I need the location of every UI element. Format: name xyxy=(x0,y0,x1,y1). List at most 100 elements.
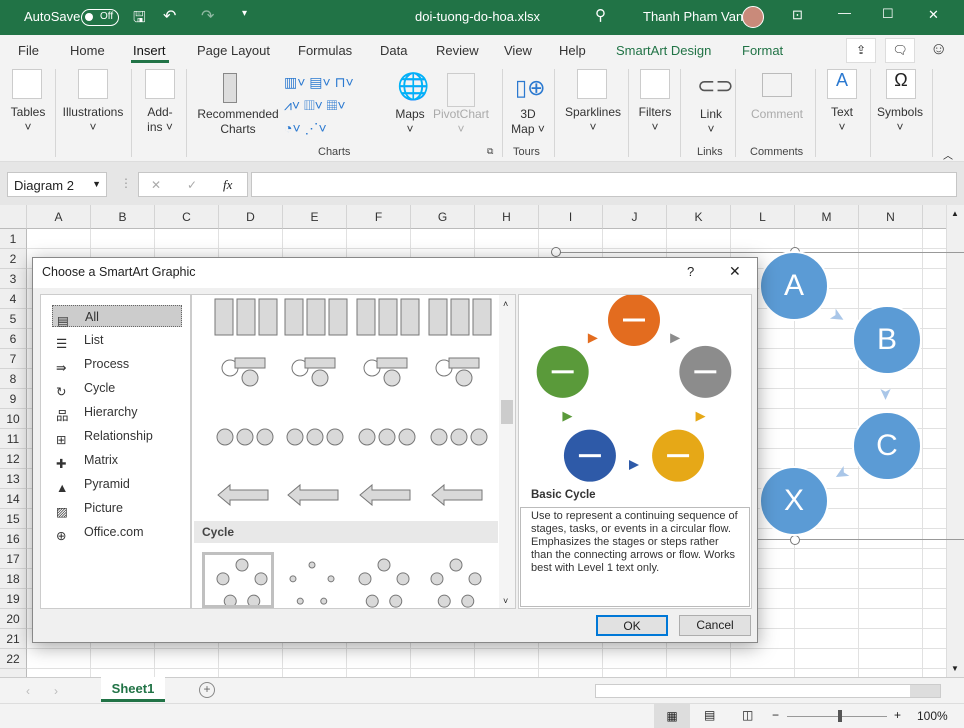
formula-input[interactable] xyxy=(251,172,957,197)
tab-insert[interactable]: Insert xyxy=(133,43,166,58)
category-relationship[interactable]: ⊞ Relationship xyxy=(52,425,182,447)
comments-button[interactable]: 🗨 xyxy=(885,38,915,63)
row-header[interactable]: 20 xyxy=(0,609,27,629)
tables-button[interactable]: Tables ˅ xyxy=(6,105,50,135)
sheet-tab-sheet1[interactable]: Sheet1 xyxy=(101,677,165,702)
cycle-layout-thumbnail[interactable] xyxy=(430,558,482,608)
save-icon[interactable]: 🖫 xyxy=(133,7,146,32)
tab-page-layout[interactable]: Page Layout xyxy=(197,43,270,58)
layout-thumbnail[interactable] xyxy=(356,298,420,336)
column-header[interactable]: L xyxy=(731,205,795,229)
layout-thumbnail[interactable] xyxy=(363,357,408,387)
page-break-view-icon[interactable]: ◫ xyxy=(742,708,753,722)
zoom-level[interactable]: 100% xyxy=(917,709,948,723)
addins-icon[interactable] xyxy=(145,69,175,99)
illustrations-icon[interactable] xyxy=(78,69,108,99)
row-header[interactable]: 11 xyxy=(0,429,27,449)
row-header[interactable]: 15 xyxy=(0,509,27,529)
tab-home[interactable]: Home xyxy=(70,43,105,58)
link-icon[interactable]: ⊂⊃ xyxy=(697,73,734,99)
column-header[interactable]: F xyxy=(347,205,411,229)
horizontal-scrollbar[interactable] xyxy=(595,684,941,698)
column-header[interactable]: H xyxy=(475,205,539,229)
row-header[interactable]: 13 xyxy=(0,469,27,489)
row-header[interactable]: 14 xyxy=(0,489,27,509)
row-header[interactable]: 19 xyxy=(0,589,27,609)
layout-thumbnail[interactable] xyxy=(291,357,336,387)
add-sheet-button[interactable]: + xyxy=(199,682,215,698)
category-officecom[interactable]: ⊕ Office.com xyxy=(52,521,182,543)
row-header[interactable]: 22 xyxy=(0,649,27,669)
smartart-node-c[interactable]: C xyxy=(852,411,922,481)
scrollbar-thumb[interactable] xyxy=(501,400,513,424)
row-header[interactable]: 12 xyxy=(0,449,27,469)
basic-cycle-thumbnail-selected[interactable] xyxy=(202,552,274,608)
enter-formula-button[interactable]: ✓ xyxy=(187,178,197,192)
column-header[interactable]: A xyxy=(27,205,91,229)
layout-thumbnail[interactable] xyxy=(216,428,274,446)
share-button[interactable]: ⇪ xyxy=(846,38,876,63)
row-header[interactable]: 17 xyxy=(0,549,27,569)
row-header[interactable]: 10 xyxy=(0,409,27,429)
smartart-node-b[interactable]: B xyxy=(852,305,922,375)
category-pyramid[interactable]: ▲ Pyramid xyxy=(52,473,182,495)
select-all-corner[interactable] xyxy=(0,205,27,229)
filters-icon[interactable] xyxy=(640,69,670,99)
row-header[interactable]: 2 xyxy=(0,249,27,269)
row-header[interactable]: 6 xyxy=(0,329,27,349)
symbols-omega-icon[interactable]: Ω xyxy=(886,69,916,99)
zoom-out-button[interactable]: − xyxy=(772,708,779,722)
maps-globe-icon[interactable]: 🌐 xyxy=(397,71,429,102)
user-name[interactable]: Thanh Pham Van xyxy=(643,9,743,24)
new-comment-button[interactable]: Comment xyxy=(742,107,812,122)
column-header[interactable]: N xyxy=(859,205,923,229)
row-header[interactable]: 18 xyxy=(0,569,27,589)
recommended-charts-icon[interactable] xyxy=(223,73,237,103)
tab-file[interactable]: File xyxy=(18,43,39,58)
insert-function-button[interactable]: fx xyxy=(223,177,232,193)
sparklines-icon[interactable] xyxy=(577,69,607,99)
zoom-in-button[interactable]: + xyxy=(894,708,901,722)
3d-map-icon[interactable]: ▯⊕ xyxy=(515,75,546,105)
charts-dialog-launcher[interactable]: ⧉ xyxy=(487,146,493,157)
autosave-toggle[interactable]: Off xyxy=(81,9,119,26)
tab-data[interactable]: Data xyxy=(380,43,407,58)
column-header[interactable]: J xyxy=(603,205,667,229)
cancel-button[interactable]: Cancel xyxy=(679,615,751,636)
layout-thumbnail[interactable] xyxy=(430,428,488,446)
tab-smartart-design[interactable]: SmartArt Design xyxy=(616,43,711,58)
column-header[interactable]: M xyxy=(795,205,859,229)
layout-thumbnail[interactable] xyxy=(358,428,416,446)
tab-review[interactable]: Review xyxy=(436,43,479,58)
pivotchart-button[interactable]: PivotChart ˅ xyxy=(430,107,492,137)
gallery-scrollbar[interactable]: ˄ ˅ xyxy=(499,295,515,608)
row-header[interactable] xyxy=(0,669,27,677)
column-header[interactable]: K xyxy=(667,205,731,229)
customize-qat-icon[interactable]: ▾ xyxy=(242,8,247,19)
row-header[interactable]: 9 xyxy=(0,389,27,409)
zoom-slider[interactable] xyxy=(787,716,887,717)
category-all[interactable]: ▤ All xyxy=(52,305,182,328)
zoom-slider-thumb[interactable] xyxy=(838,710,842,722)
text-icon[interactable]: A xyxy=(827,69,857,99)
cycle-layout-thumbnail[interactable] xyxy=(358,558,410,608)
row-header[interactable]: 1 xyxy=(0,229,27,249)
page-layout-view-icon[interactable]: ▤ xyxy=(704,708,715,722)
cycle-layout-thumbnail[interactable] xyxy=(289,561,335,605)
recommended-charts-button[interactable]: Recommended Charts xyxy=(193,107,283,137)
smartart-node-x[interactable]: X xyxy=(759,466,829,536)
filters-button[interactable]: Filters ˅ xyxy=(632,105,678,135)
column-header[interactable]: I xyxy=(539,205,603,229)
redo-icon[interactable]: ↷ xyxy=(201,6,214,26)
tab-formulas[interactable]: Formulas xyxy=(298,43,352,58)
layout-thumbnail[interactable] xyxy=(217,483,269,507)
category-process[interactable]: ⇛ Process xyxy=(52,353,182,375)
addins-button[interactable]: Add-ins ˅ xyxy=(136,105,184,135)
row-header[interactable]: 5 xyxy=(0,309,27,329)
category-picture[interactable]: ▨ Picture xyxy=(52,497,182,519)
search-icon[interactable]: ⚲ xyxy=(595,6,606,24)
collapse-ribbon-icon[interactable]: ︿ xyxy=(943,147,953,162)
undo-icon[interactable]: ↶ xyxy=(163,6,176,26)
smartart-node-a[interactable]: A xyxy=(759,251,829,321)
column-header[interactable]: D xyxy=(219,205,283,229)
